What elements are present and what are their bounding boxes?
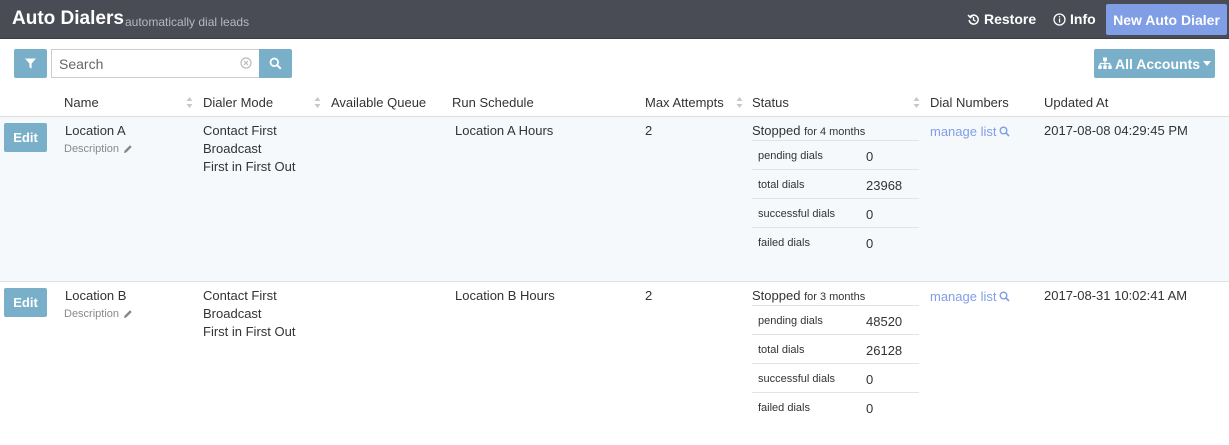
dialer-name: Location B (65, 288, 127, 303)
dialer-mode-item: Contact First (203, 123, 277, 138)
description-edit[interactable]: Description (64, 143, 133, 155)
pencil-icon (124, 145, 132, 153)
stat-row: pending dials 48520 (752, 305, 919, 334)
search-box (51, 49, 259, 78)
max-attempts: 2 (645, 123, 653, 138)
stat-label: total dials (758, 179, 805, 191)
stat-label: failed dials (758, 402, 810, 414)
dialer-modes: Contact First Broadcast First in First O… (203, 122, 295, 176)
updated-at: 2017-08-31 10:02:41 AM (1044, 288, 1188, 303)
status-age: for 3 months (804, 291, 866, 303)
filter-button[interactable] (14, 49, 47, 78)
column-header-updated-at[interactable]: Updated At (1044, 95, 1108, 110)
stat-row: failed dials 0 (752, 392, 919, 421)
dialer-mode-item: Contact First (203, 288, 277, 303)
info-label: Info (1070, 11, 1096, 27)
accounts-hierarchy-icon (1098, 57, 1112, 69)
stat-value: 48520 (866, 314, 903, 329)
manage-list-label: manage list (930, 124, 997, 139)
sort-icon[interactable] (186, 96, 193, 109)
info-icon (1053, 12, 1066, 26)
updated-at: 2017-08-08 04:29:45 PM (1044, 123, 1188, 138)
stat-label: failed dials (758, 237, 810, 249)
column-header-max-attempts[interactable]: Max Attempts (645, 95, 724, 110)
page-title: Auto Dialers (12, 8, 124, 29)
manage-list-label: manage list (930, 289, 997, 304)
stat-value: 0 (866, 236, 874, 251)
sort-icon[interactable] (913, 96, 920, 109)
stat-value: 26128 (866, 343, 903, 358)
description-label: Description (64, 143, 120, 155)
stat-value: 0 (866, 401, 874, 416)
search-icon (999, 291, 1011, 302)
column-header-available-queue[interactable]: Available Queue (331, 95, 426, 110)
dialer-name: Location A (65, 123, 126, 138)
stat-label: total dials (758, 344, 805, 356)
stat-value: 23968 (866, 178, 903, 193)
table-row: Edit Location A Description Contact Firs… (0, 117, 1229, 282)
stat-label: pending dials (758, 150, 823, 162)
stat-value: 0 (866, 207, 874, 222)
stat-row: pending dials 0 (752, 140, 919, 169)
status-value: Stopped (752, 123, 801, 138)
dialer-modes: Contact First Broadcast First in First O… (203, 287, 295, 341)
description-edit[interactable]: Description (64, 308, 133, 320)
dial-stats-table: pending dials 48520 total dials 26128 succ… (752, 305, 919, 421)
info-button[interactable]: Info (1053, 11, 1096, 27)
search-button[interactable] (259, 49, 292, 78)
column-header-dialer-mode[interactable]: Dialer Mode (203, 95, 273, 110)
max-attempts: 2 (645, 288, 653, 303)
edit-button[interactable]: Edit (4, 123, 47, 152)
search-icon (999, 126, 1011, 137)
table-row: Edit Location B Description Contact Firs… (0, 282, 1229, 445)
dialer-mode-item: Broadcast (203, 141, 262, 156)
stat-value: 0 (866, 372, 874, 387)
all-accounts-dropdown[interactable]: All Accounts (1094, 49, 1215, 78)
status-age: for 4 months (804, 126, 866, 138)
page-subtitle: automatically dial leads (125, 15, 250, 29)
sort-icon[interactable] (314, 96, 321, 109)
column-header-name[interactable]: Name (64, 95, 99, 110)
status-text: Stopped for 4 months (752, 123, 865, 138)
stat-label: pending dials (758, 315, 823, 327)
run-schedule: Location A Hours (455, 123, 554, 138)
restore-label: Restore (984, 11, 1037, 27)
restore-button[interactable]: Restore (967, 11, 1036, 27)
description-label: Description (64, 308, 120, 320)
search-icon (269, 57, 282, 70)
dial-stats-table: pending dials 0 total dials 23968 successf… (752, 140, 919, 256)
stat-row: successful dials 0 (752, 198, 919, 227)
filter-icon (25, 58, 36, 69)
dialer-mode-item: First in First Out (203, 159, 296, 174)
table-header: Name Dialer Mode Available Queue Run Sch… (0, 89, 1229, 117)
stat-label: successful dials (758, 208, 836, 220)
stat-value: 0 (866, 149, 874, 164)
manage-list-link[interactable]: manage list (930, 289, 1011, 304)
pencil-icon (124, 310, 132, 318)
stat-row: successful dials 0 (752, 363, 919, 392)
search-input[interactable] (52, 50, 237, 77)
dialer-mode-item: First in First Out (203, 324, 296, 339)
new-auto-dialer-button[interactable]: New Auto Dialer (1106, 4, 1227, 35)
edit-button[interactable]: Edit (4, 288, 47, 317)
sort-icon[interactable] (736, 96, 743, 109)
stat-row: total dials 23968 (752, 169, 919, 198)
stat-row: failed dials 0 (752, 227, 919, 256)
manage-list-link[interactable]: manage list (930, 124, 1011, 139)
caret-down-icon (1203, 61, 1212, 66)
all-accounts-label: All Accounts (1114, 55, 1201, 72)
status-text: Stopped for 3 months (752, 288, 865, 303)
stat-row: total dials 26128 (752, 334, 919, 363)
status-value: Stopped (752, 288, 801, 303)
dialer-mode-item: Broadcast (203, 306, 262, 321)
clear-search-icon[interactable] (240, 57, 252, 69)
column-header-run-schedule[interactable]: Run Schedule (452, 95, 534, 110)
column-header-status[interactable]: Status (752, 95, 789, 110)
run-schedule: Location B Hours (455, 288, 555, 303)
restore-icon (967, 13, 979, 25)
column-header-dial-numbers[interactable]: Dial Numbers (930, 95, 1009, 110)
stat-label: successful dials (758, 373, 836, 385)
top-bar: Auto Dialers automatically dial leads Re… (0, 0, 1229, 39)
